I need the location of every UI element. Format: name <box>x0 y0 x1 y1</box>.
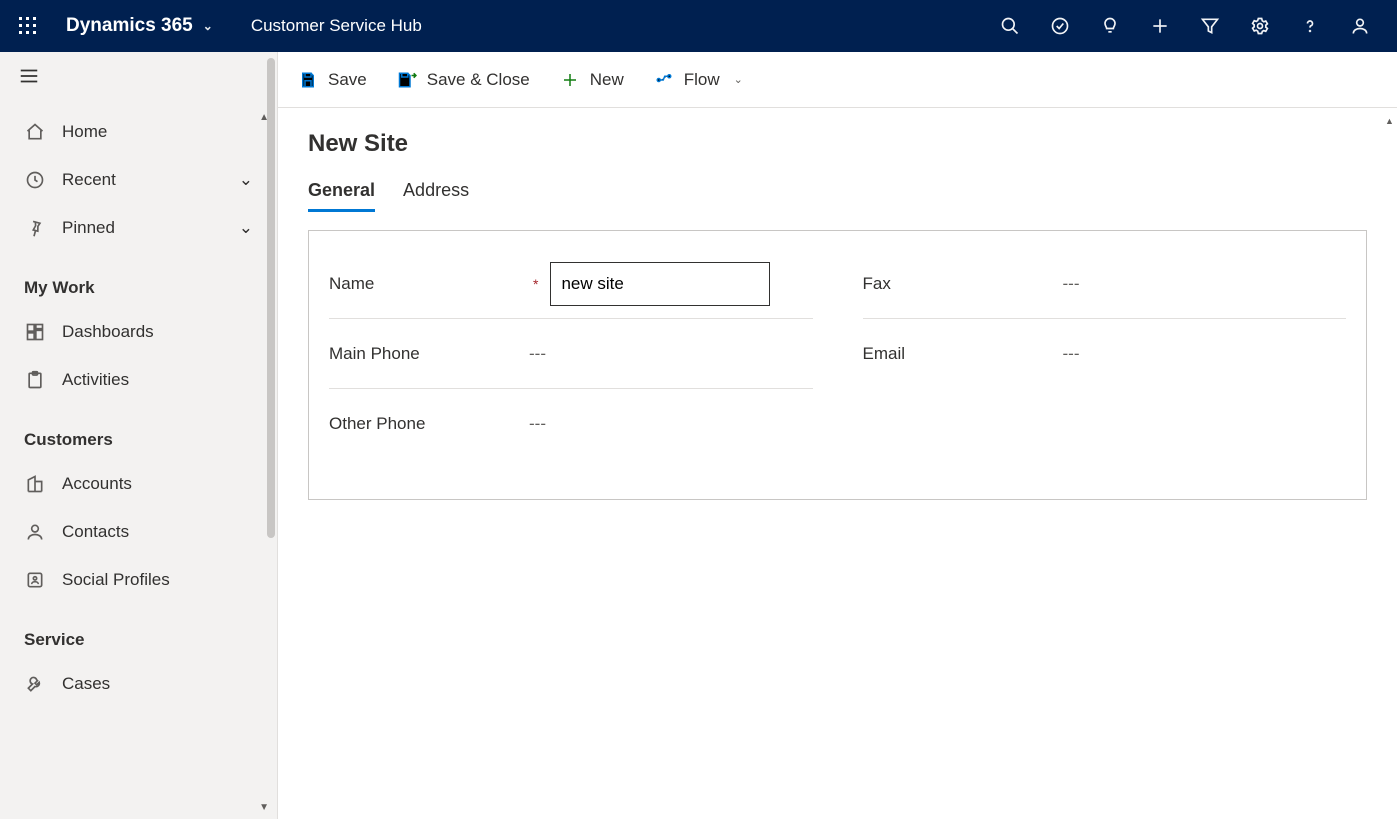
sitemap-sidebar: ▲ Home Recent ⌄ Pinned ⌄ My Work Dashboa… <box>0 52 278 819</box>
nav-label: Accounts <box>62 474 132 494</box>
field-email[interactable]: Email --- <box>863 319 1347 389</box>
chevron-down-icon: ⌄ <box>203 19 213 33</box>
tab-address[interactable]: Address <box>403 180 469 212</box>
name-input[interactable] <box>550 262 770 306</box>
nav-pinned[interactable]: Pinned ⌄ <box>0 204 277 252</box>
nav-home[interactable]: Home <box>0 108 277 156</box>
cmd-label: Save <box>328 70 367 90</box>
clipboard-icon <box>24 369 46 391</box>
form-tabs: General Address <box>308 180 1367 212</box>
account-icon[interactable] <box>1349 15 1371 37</box>
global-header: Dynamics 365 ⌄ Customer Service Hub <box>0 0 1397 52</box>
social-icon <box>24 569 46 591</box>
save-icon <box>298 70 318 90</box>
chevron-down-icon: ⌄ <box>239 170 253 190</box>
nav-dashboards[interactable]: Dashboards <box>0 308 277 356</box>
tab-general[interactable]: General <box>308 180 375 212</box>
assistant-icon[interactable] <box>1099 15 1121 37</box>
field-value: --- <box>1063 274 1080 294</box>
field-label: Other Phone <box>329 414 529 434</box>
wrench-icon <box>24 673 46 695</box>
nav-label: Cases <box>62 674 110 694</box>
nav-recent[interactable]: Recent ⌄ <box>0 156 277 204</box>
nav-label: Social Profiles <box>62 570 170 590</box>
scroll-up-icon: ▲ <box>1385 116 1394 126</box>
scroll-down-icon[interactable]: ▼ <box>259 802 269 813</box>
field-label: Main Phone <box>329 344 529 364</box>
field-other-phone[interactable]: Other Phone --- <box>329 389 813 459</box>
field-value: --- <box>1063 344 1080 364</box>
cmd-label: New <box>590 70 624 90</box>
person-icon <box>24 521 46 543</box>
nav-label: Home <box>62 122 107 142</box>
field-value: --- <box>529 414 546 434</box>
app-launcher-button[interactable] <box>10 8 46 44</box>
form-section-general: Name * Main Phone --- Other Phone --- <box>308 230 1367 500</box>
clock-icon <box>24 169 46 191</box>
chevron-down-icon: ⌄ <box>239 218 253 238</box>
nav-label: Dashboards <box>62 322 154 342</box>
dashboard-icon <box>24 321 46 343</box>
chevron-down-icon: ⌄ <box>734 73 743 86</box>
nav-group-customers: Customers <box>0 404 277 460</box>
field-fax[interactable]: Fax --- <box>863 249 1347 319</box>
nav-cases[interactable]: Cases <box>0 660 277 708</box>
search-icon[interactable] <box>999 15 1021 37</box>
pin-icon <box>24 217 46 239</box>
required-indicator: * <box>533 276 538 292</box>
cmd-label: Save & Close <box>427 70 530 90</box>
add-icon[interactable] <box>1149 15 1171 37</box>
field-label: Name <box>329 274 529 294</box>
field-label: Email <box>863 344 1063 364</box>
save-close-button[interactable]: Save & Close <box>397 70 530 90</box>
new-button[interactable]: New <box>560 70 624 90</box>
save-button[interactable]: Save <box>298 70 367 90</box>
nav-group-mywork: My Work <box>0 252 277 308</box>
field-main-phone[interactable]: Main Phone --- <box>329 319 813 389</box>
nav-contacts[interactable]: Contacts <box>0 508 277 556</box>
flow-button[interactable]: Flow ⌄ <box>654 70 743 90</box>
nav-accounts[interactable]: Accounts <box>0 460 277 508</box>
nav-label: Pinned <box>62 218 115 238</box>
main-area: Save Save & Close New Flow ⌄ New Site Ge… <box>278 52 1397 819</box>
product-name: Dynamics 365 <box>66 15 193 37</box>
app-name: Customer Service Hub <box>251 16 422 36</box>
save-close-icon <box>397 70 417 90</box>
command-bar: Save Save & Close New Flow ⌄ <box>278 52 1397 108</box>
nav-label: Recent <box>62 170 116 190</box>
field-name: Name * <box>329 249 813 319</box>
settings-icon[interactable] <box>1249 15 1271 37</box>
nav-activities[interactable]: Activities <box>0 356 277 404</box>
page-title: New Site <box>308 130 1367 158</box>
main-scrollbar[interactable]: ▲ <box>1385 116 1393 813</box>
nav-social-profiles[interactable]: Social Profiles <box>0 556 277 604</box>
sidebar-toggle-button[interactable] <box>18 65 40 90</box>
field-label: Fax <box>863 274 1063 294</box>
nav-label: Contacts <box>62 522 129 542</box>
plus-icon <box>560 70 580 90</box>
task-flow-icon[interactable] <box>1049 15 1071 37</box>
nav-group-service: Service <box>0 604 277 660</box>
building-icon <box>24 473 46 495</box>
flow-icon <box>654 70 674 90</box>
cmd-label: Flow <box>684 70 720 90</box>
nav-label: Activities <box>62 370 129 390</box>
help-icon[interactable] <box>1299 15 1321 37</box>
product-switcher[interactable]: Dynamics 365 ⌄ <box>66 15 213 37</box>
home-icon <box>24 121 46 143</box>
filter-icon[interactable] <box>1199 15 1221 37</box>
field-value: --- <box>529 344 546 364</box>
